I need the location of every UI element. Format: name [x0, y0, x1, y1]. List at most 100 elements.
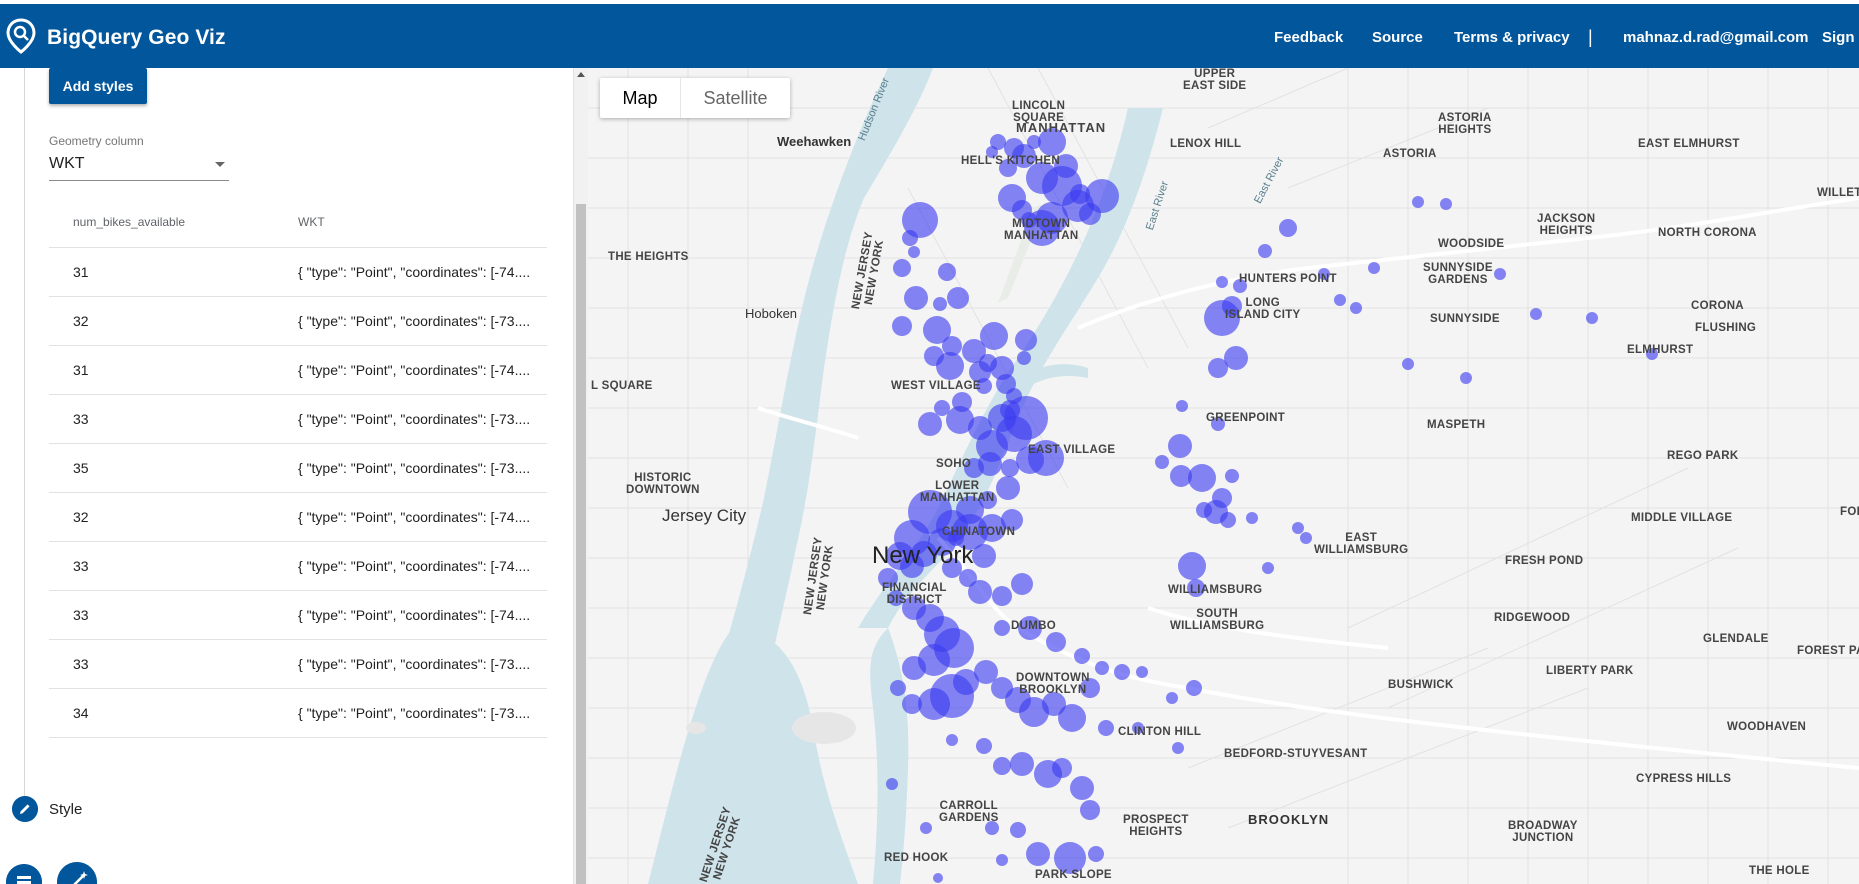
bike-station-marker[interactable] — [976, 738, 992, 754]
bike-station-marker[interactable] — [886, 778, 898, 790]
bike-station-marker[interactable] — [1010, 822, 1026, 838]
bike-station-marker[interactable] — [1172, 742, 1184, 754]
bike-station-marker[interactable] — [996, 854, 1008, 866]
bike-station-marker[interactable] — [994, 620, 1010, 636]
wkt-cell: { "type": "Point", "coordinates": [-73..… — [274, 296, 547, 346]
bike-station-marker[interactable] — [1080, 800, 1100, 820]
bike-station-marker[interactable] — [1004, 396, 1048, 440]
bike-station-marker[interactable] — [1494, 268, 1506, 280]
geometry-column-select[interactable]: WKT — [49, 151, 229, 181]
bike-station-marker[interactable] — [1224, 346, 1248, 370]
bike-station-marker[interactable] — [996, 476, 1020, 500]
bike-station-marker[interactable] — [908, 246, 920, 258]
bike-station-marker[interactable] — [918, 412, 942, 436]
bike-station-marker[interactable] — [892, 316, 912, 336]
bike-station-marker[interactable] — [902, 656, 926, 680]
scroll-up-arrow-icon[interactable] — [577, 72, 585, 77]
bike-station-marker[interactable] — [938, 263, 956, 281]
magic-wand-icon[interactable] — [57, 862, 97, 884]
bikes-cell: 31 — [49, 345, 274, 395]
bike-station-marker[interactable] — [920, 822, 932, 834]
add-styles-button[interactable]: Add styles — [49, 68, 147, 104]
wkt-cell: { "type": "Point", "coordinates": [-74..… — [274, 590, 547, 640]
bike-station-marker[interactable] — [934, 400, 950, 416]
bike-station-marker[interactable] — [1279, 219, 1297, 237]
bike-station-marker[interactable] — [1114, 664, 1130, 680]
bike-station-marker[interactable] — [904, 286, 928, 310]
list-icon[interactable] — [6, 864, 42, 884]
bike-station-marker[interactable] — [1178, 552, 1206, 580]
bike-station-marker[interactable] — [1586, 312, 1598, 324]
table-row: 31{ "type": "Point", "coordinates": [-74… — [49, 345, 547, 395]
bike-station-marker[interactable] — [1011, 573, 1033, 595]
bike-station-marker[interactable] — [1170, 465, 1192, 487]
bike-station-marker[interactable] — [1300, 532, 1312, 544]
bike-station-marker[interactable] — [1052, 758, 1072, 778]
bike-station-marker[interactable] — [1246, 512, 1258, 524]
sign-out-link[interactable]: Sign o — [1822, 29, 1859, 46]
bike-station-marker[interactable] — [1017, 351, 1031, 365]
bike-station-marker[interactable] — [1166, 692, 1178, 704]
bike-station-marker[interactable] — [972, 544, 996, 568]
bike-station-marker[interactable] — [1460, 372, 1472, 384]
bike-station-marker[interactable] — [933, 873, 943, 883]
bike-station-marker[interactable] — [992, 586, 1012, 606]
map-label-bedford-stuyvesant: BEDFORD-STUYVESANT — [1224, 748, 1368, 760]
bike-station-marker[interactable] — [1412, 196, 1424, 208]
bike-station-marker[interactable] — [946, 734, 958, 746]
bike-station-marker[interactable] — [1136, 666, 1148, 678]
bike-station-marker[interactable] — [1258, 244, 1272, 258]
bike-station-marker[interactable] — [1216, 276, 1228, 288]
bike-station-marker[interactable] — [1368, 262, 1380, 274]
bike-station-marker[interactable] — [1095, 661, 1109, 675]
bike-station-marker[interactable] — [1350, 302, 1362, 314]
map-canvas[interactable]: LINCOLN SQUARE UPPER EAST SIDE MANHATTAN… — [588, 68, 1859, 884]
style-step[interactable]: Style — [12, 796, 212, 826]
bike-station-marker[interactable] — [1176, 400, 1188, 412]
bike-station-marker[interactable] — [1334, 294, 1346, 306]
map-label-east-williamsburg: EAST WILLIAMSBURG — [1314, 532, 1409, 556]
bike-station-marker[interactable] — [1088, 846, 1104, 862]
terms-privacy-link[interactable]: Terms & privacy — [1454, 29, 1570, 46]
bike-station-marker[interactable] — [1010, 752, 1034, 776]
bike-station-marker[interactable] — [952, 392, 972, 412]
bike-station-marker[interactable] — [890, 680, 906, 696]
bike-station-marker[interactable] — [993, 757, 1011, 775]
map-type-map-button[interactable]: Map — [600, 78, 680, 118]
source-link[interactable]: Source — [1372, 29, 1423, 46]
map-pin-search-icon[interactable] — [6, 18, 36, 54]
bike-station-marker[interactable] — [968, 580, 992, 604]
bike-station-marker[interactable] — [1098, 720, 1114, 736]
bike-station-marker[interactable] — [1530, 308, 1542, 320]
bike-station-marker[interactable] — [1225, 469, 1239, 483]
bike-station-marker[interactable] — [980, 322, 1008, 350]
bike-station-marker[interactable] — [924, 346, 944, 366]
bike-station-marker[interactable] — [1046, 632, 1066, 652]
left-panel-scrollbar[interactable] — [573, 68, 588, 884]
bike-station-marker[interactable] — [1074, 648, 1090, 664]
bike-station-marker[interactable] — [1026, 842, 1050, 866]
bike-station-marker[interactable] — [933, 297, 947, 311]
bike-station-marker[interactable] — [1168, 434, 1192, 458]
bike-station-marker[interactable] — [1070, 776, 1094, 800]
bike-station-marker[interactable] — [1440, 198, 1452, 210]
bike-station-marker[interactable] — [1188, 464, 1216, 492]
bike-station-marker[interactable] — [1155, 455, 1169, 469]
bike-station-marker[interactable] — [1186, 680, 1202, 696]
bike-station-marker[interactable] — [1015, 329, 1037, 351]
bike-station-marker[interactable] — [902, 230, 918, 246]
bike-station-marker[interactable] — [978, 452, 1002, 476]
map-type-satellite-button[interactable]: Satellite — [680, 78, 790, 118]
bikes-cell: 31 — [49, 247, 274, 297]
bike-station-marker[interactable] — [1402, 358, 1414, 370]
scrollbar-thumb[interactable] — [576, 204, 586, 884]
map-label-maspeth: MASPETH — [1427, 419, 1486, 431]
bike-station-marker[interactable] — [1058, 704, 1086, 732]
bike-station-marker[interactable] — [1292, 522, 1304, 534]
bike-station-marker[interactable] — [990, 356, 1014, 380]
bike-station-marker[interactable] — [1262, 562, 1274, 574]
bike-station-marker[interactable] — [947, 287, 969, 309]
bike-station-marker[interactable] — [1196, 502, 1212, 518]
feedback-link[interactable]: Feedback — [1274, 29, 1343, 46]
bike-station-marker[interactable] — [893, 259, 911, 277]
